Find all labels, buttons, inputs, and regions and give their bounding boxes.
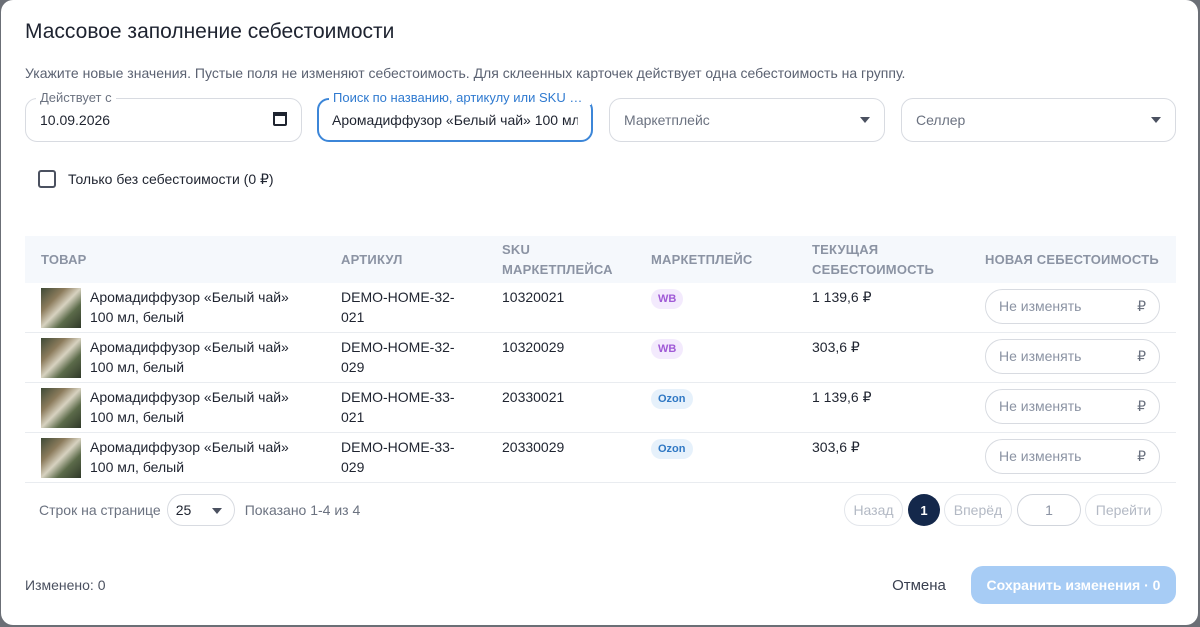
product-name: Аромадиффузор «Белый чай» 100 мл, белый [90, 289, 289, 325]
col-article: Артикул [341, 251, 403, 267]
product-article: DEMO-HOME-33- 021 [341, 389, 455, 425]
ruble-icon: ₽ [1137, 348, 1146, 364]
rows-per-page-label: Строк на странице [39, 502, 161, 518]
marketplace-badge: WB [651, 339, 684, 359]
product-article: DEMO-HOME-33- 029 [341, 439, 455, 475]
current-cost: 1 139,6 ₽ [812, 389, 872, 405]
chevron-down-icon [1151, 117, 1161, 123]
modal-hint: Укажите новые значения. Пустые поля не и… [25, 65, 906, 81]
search-value: Аромадиффузор «Белый чай» 100 мл, [332, 112, 578, 128]
new-cost-input[interactable]: Не изменять ₽ [985, 289, 1160, 324]
marketplace-badge: WB [651, 289, 684, 309]
effective-date-value: 10.09.2026 [40, 112, 111, 128]
effective-date-label: Действует с [36, 90, 116, 105]
shown-range: Показано 1-4 из 4 [244, 502, 361, 518]
new-cost-input[interactable]: Не изменять ₽ [985, 439, 1160, 474]
marketplace-badge: Ozon [651, 389, 693, 409]
marketplace-select[interactable]: Маркетплейс [609, 98, 885, 142]
table-row: Аромадиффузор «Белый чай» 100 мл, белый D… [25, 383, 1176, 433]
prev-page-button[interactable]: Назад [844, 494, 903, 526]
search-label: Поиск по названию, артикулу или SKU марк… [329, 90, 591, 105]
product-thumbnail [41, 388, 81, 428]
product-sku: 20330029 [502, 439, 565, 455]
product-article: DEMO-HOME-32- 021 [341, 289, 455, 325]
new-cost-placeholder: Не изменять [999, 298, 1082, 314]
product-sku: 10320021 [502, 289, 565, 305]
product-name: Аромадиффузор «Белый чай» 100 мл, белый [90, 339, 289, 375]
pagination-info: Строк на странице 25 Показано 1-4 из 4 [39, 494, 360, 526]
chevron-down-icon [211, 508, 222, 514]
modal-title: Массовое заполнение себестоимости [25, 20, 395, 43]
table-header: Товар Артикул SKU маркетплейса Маркетпле… [25, 236, 1176, 283]
calendar-icon[interactable] [273, 112, 287, 126]
cost-table: Товар Артикул SKU маркетплейса Маркетпле… [25, 236, 1176, 483]
product-name: Аромадиффузор «Белый чай» 100 мл, белый [90, 389, 289, 425]
new-cost-input[interactable]: Не изменять ₽ [985, 339, 1160, 374]
next-page-button[interactable]: Вперёд [944, 494, 1012, 526]
current-cost: 303,6 ₽ [812, 439, 860, 455]
save-button[interactable]: Сохранить изменения · 0 [971, 566, 1176, 604]
new-cost-placeholder: Не изменять [999, 398, 1082, 414]
new-cost-input[interactable]: Не изменять ₽ [985, 389, 1160, 424]
ruble-icon: ₽ [1137, 398, 1146, 414]
table-row: Аромадиффузор «Белый чай» 100 мл, белый D… [25, 433, 1176, 483]
col-current-cost: Текущая себестоимость [812, 241, 935, 277]
goto-page-input[interactable]: 1 [1017, 494, 1081, 526]
product-sku: 20330021 [502, 389, 565, 405]
current-cost: 303,6 ₽ [812, 339, 860, 355]
col-new-cost: Новая себестоимость [985, 251, 1159, 267]
only-without-cost-checkbox[interactable] [38, 170, 56, 188]
seller-placeholder: Селлер [916, 112, 966, 128]
cancel-button[interactable]: Отмена [879, 566, 959, 604]
marketplace-badge: Ozon [651, 439, 693, 459]
ruble-icon: ₽ [1137, 298, 1146, 314]
chevron-down-icon [860, 117, 870, 123]
product-thumbnail [41, 288, 81, 328]
product-thumbnail [41, 438, 81, 478]
product-article: DEMO-HOME-32- 029 [341, 339, 455, 375]
table-row: Аромадиффузор «Белый чай» 100 мл, белый D… [25, 333, 1176, 383]
effective-date-field[interactable]: Действует с 10.09.2026 [25, 90, 302, 142]
col-product: Товар [41, 251, 87, 267]
current-cost: 1 139,6 ₽ [812, 289, 872, 305]
rows-per-page-select[interactable]: 25 [166, 494, 235, 526]
product-name: Аромадиффузор «Белый чай» 100 мл, белый [90, 439, 289, 475]
col-marketplace: Маркетплейс [651, 251, 753, 267]
only-without-cost-label: Только без себестоимости (0 ₽) [68, 170, 274, 187]
page-1-button[interactable]: 1 [908, 494, 940, 526]
bulk-cost-modal: Массовое заполнение себестоимости Укажит… [1, 0, 1198, 625]
table-row: Аромадиффузор «Белый чай» 100 мл, белый D… [25, 283, 1176, 333]
seller-select[interactable]: Селлер [901, 98, 1176, 142]
rows-per-page-value: 25 [175, 502, 192, 518]
col-sku: SKU маркетплейса [502, 241, 613, 277]
changed-count: Изменено: 0 [25, 577, 106, 593]
ruble-icon: ₽ [1137, 448, 1146, 464]
product-thumbnail [41, 338, 81, 378]
search-input[interactable]: Поиск по названию, артикулу или SKU марк… [317, 90, 593, 142]
product-sku: 10320029 [502, 339, 565, 355]
new-cost-placeholder: Не изменять [999, 448, 1082, 464]
marketplace-placeholder: Маркетплейс [624, 112, 710, 128]
goto-page-button[interactable]: Перейти [1085, 494, 1162, 526]
new-cost-placeholder: Не изменять [999, 348, 1082, 364]
only-without-cost-filter[interactable]: Только без себестоимости (0 ₽) [38, 170, 274, 188]
